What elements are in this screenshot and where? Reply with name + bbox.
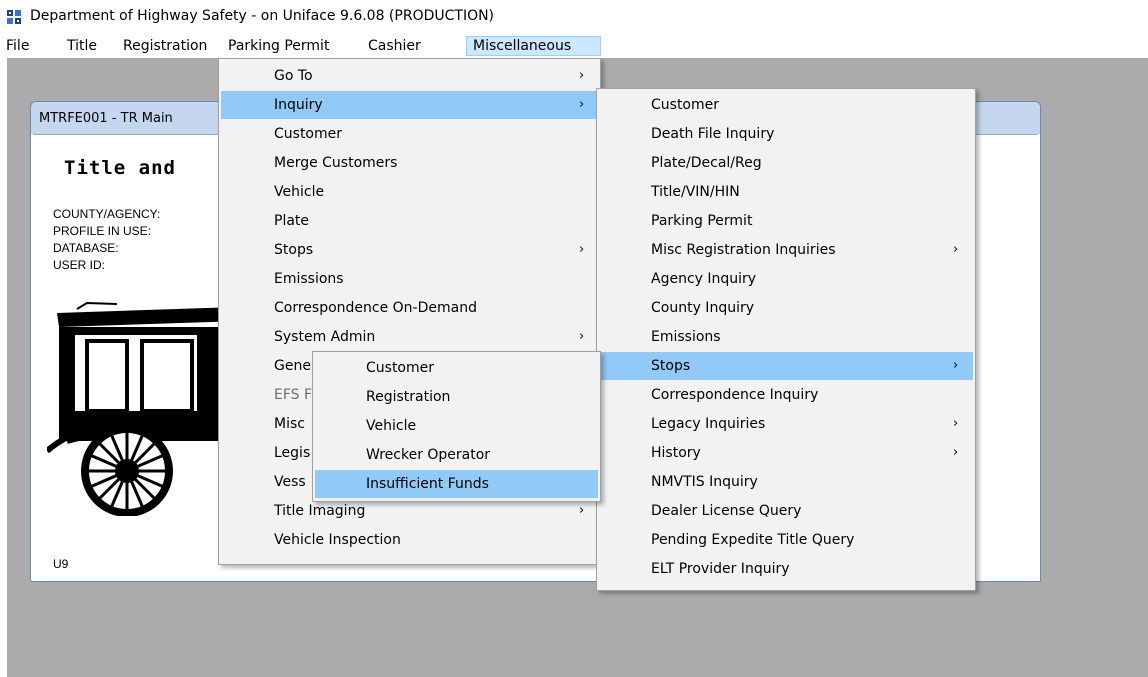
menu-registration[interactable]: Registration [117,36,213,56]
chevron-right-icon: › [579,97,585,112]
chevron-right-icon: › [953,242,959,257]
misc-item-vehicle[interactable]: Vehicle [221,178,598,206]
inquiry-item-death-file-inquiry[interactable]: Death File Inquiry [599,120,973,148]
inquiry-item-customer[interactable]: Customer [599,91,973,119]
misc-item-system-admin[interactable]: System Admin › [221,323,598,351]
child-window-title: MTRFE001 - TR Main [39,111,173,126]
inquiry-item-correspondence-inquiry[interactable]: Correspondence Inquiry [599,381,973,409]
form-footer-code: U9 [53,557,69,571]
form-heading: Title and [64,157,176,179]
app-titlebar[interactable]: Department of Highway Safety - on Unifac… [0,0,1148,34]
menu-cashier[interactable]: Cashier [362,36,427,56]
misc-item-inquiry[interactable]: Inquiry › [221,91,598,119]
inquiry-item-plate-decal-reg[interactable]: Plate/Decal/Reg [599,149,973,177]
field-label-user-id: USER ID: [53,258,106,272]
misc-item-correspondence-on-demand[interactable]: Correspondence On-Demand [221,294,598,322]
window-title: Department of Highway Safety - on Unifac… [30,8,495,24]
misc-item-go-to[interactable]: Go To › [221,62,598,90]
chevron-right-icon: › [579,68,585,83]
menu-title[interactable]: Title [61,36,103,56]
inquiry-item-legacy-inquiries[interactable]: Legacy Inquiries › [599,410,973,438]
misc-item-plate[interactable]: Plate [221,207,598,235]
inquiry-item-dealer-license-query[interactable]: Dealer License Query [599,497,973,525]
stops-item-registration[interactable]: Registration [315,383,598,411]
inquiry-submenu: Customer Death File Inquiry Plate/Decal/… [596,88,976,591]
chevron-right-icon: › [953,416,959,431]
uniface-app-icon [6,9,22,25]
chevron-right-icon: › [953,445,959,460]
menu-miscellaneous[interactable]: Miscellaneous [466,36,601,56]
menu-file[interactable]: File [0,36,35,56]
inquiry-item-nmvtis-inquiry[interactable]: NMVTIS Inquiry [599,468,973,496]
menu-parking-permit[interactable]: Parking Permit [222,36,335,56]
misc-item-merge-customers[interactable]: Merge Customers [221,149,598,177]
field-label-database: DATABASE: [53,241,119,255]
misc-item-customer[interactable]: Customer [221,120,598,148]
stops-item-vehicle[interactable]: Vehicle [315,412,598,440]
field-label-county-agency: COUNTY/AGENCY: [53,207,161,221]
menubar: File Title Registration Parking Permit C… [0,34,1148,58]
inquiry-item-agency-inquiry[interactable]: Agency Inquiry [599,265,973,293]
antique-car-image [47,301,242,516]
field-label-profile-in-use: PROFILE IN USE: [53,224,152,238]
chevron-right-icon: › [579,329,585,344]
inquiry-item-history[interactable]: History › [599,439,973,467]
inquiry-item-stops[interactable]: Stops › [599,352,973,380]
misc-item-emissions[interactable]: Emissions [221,265,598,293]
inquiry-item-misc-registration-inquiries[interactable]: Misc Registration Inquiries › [599,236,973,264]
inquiry-item-elt-provider-inquiry[interactable]: ELT Provider Inquiry [599,555,973,583]
chevron-right-icon: › [579,242,585,257]
misc-item-vehicle-inspection[interactable]: Vehicle Inspection [221,526,598,554]
stops-item-wrecker-operator[interactable]: Wrecker Operator [315,441,598,469]
inquiry-item-county-inquiry[interactable]: County Inquiry [599,294,973,322]
inquiry-item-parking-permit[interactable]: Parking Permit [599,207,973,235]
inquiry-item-title-vin-hin[interactable]: Title/VIN/HIN [599,178,973,206]
inquiry-item-emissions[interactable]: Emissions [599,323,973,351]
inquiry-item-pending-expedite-title-query[interactable]: Pending Expedite Title Query [599,526,973,554]
stops-item-customer[interactable]: Customer [315,354,598,382]
stops-submenu: Customer Registration Vehicle Wrecker Op… [312,351,601,502]
misc-item-stops[interactable]: Stops › [221,236,598,264]
chevron-right-icon: › [953,358,959,373]
stops-item-insufficient-funds[interactable]: Insufficient Funds [315,470,598,498]
